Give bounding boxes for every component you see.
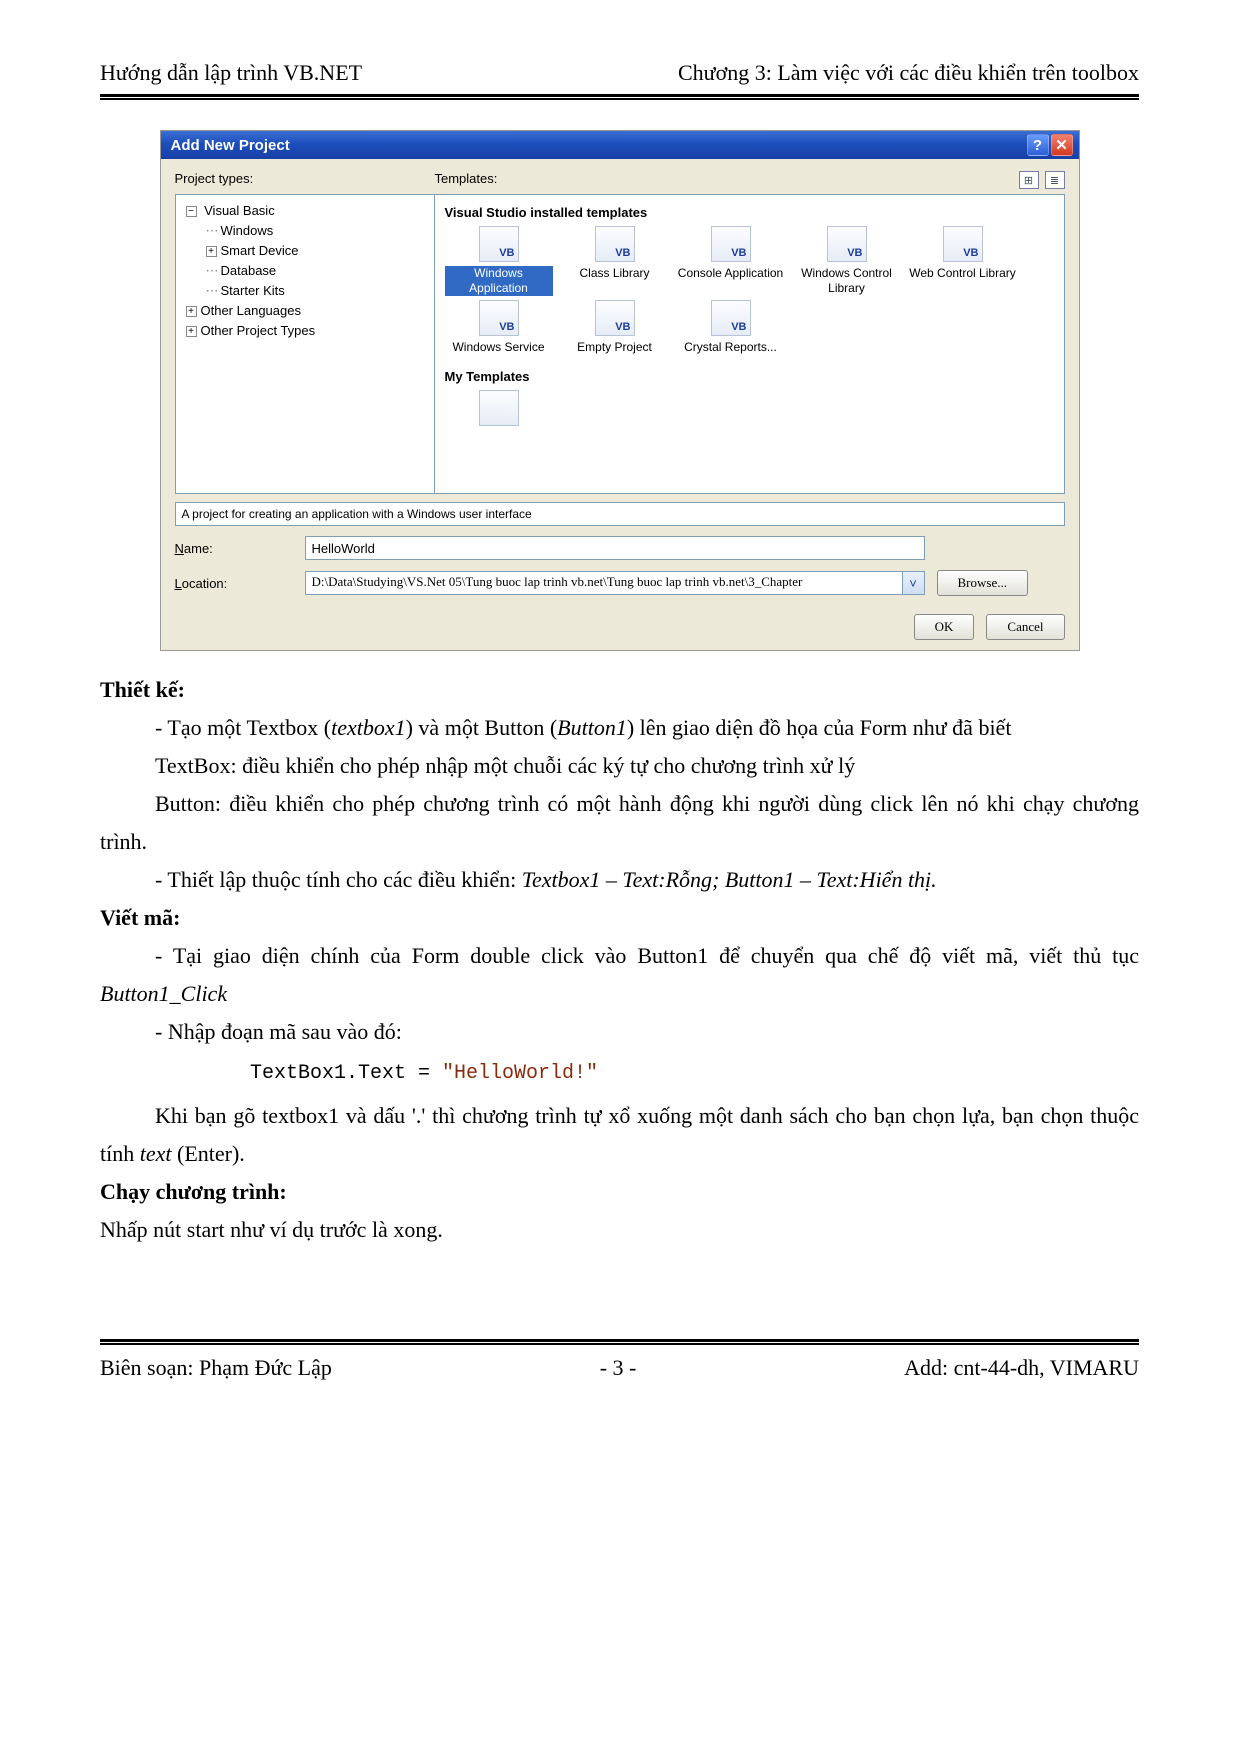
template-item[interactable]: VB Web Control Library	[909, 226, 1017, 296]
template-label: Web Control Library	[909, 266, 1017, 281]
tree-item[interactable]: Visual Basic	[204, 203, 275, 218]
help-icon[interactable]: ?	[1027, 134, 1049, 156]
project-types-label: Project types:	[175, 171, 435, 189]
expand-toggle-icon[interactable]: −	[186, 206, 197, 217]
browse-button[interactable]: Browse...	[937, 570, 1028, 596]
location-dropdown[interactable]: D:\Data\Studying\VS.Net 05\Tung buoc lap…	[305, 571, 925, 595]
template-label: Windows Control Library	[793, 266, 901, 296]
expand-toggle-icon[interactable]: +	[206, 246, 217, 257]
tree-item[interactable]: Smart Device	[221, 243, 299, 258]
template-label: Class Library	[561, 266, 669, 281]
template-label: Empty Project	[561, 340, 669, 355]
vb-template-icon: VB	[595, 300, 635, 336]
template-file-icon	[479, 390, 519, 426]
large-icons-view-icon[interactable]: ⊞	[1019, 171, 1039, 189]
vb-template-icon: VB	[711, 226, 751, 262]
templates-label: Templates:	[435, 171, 1019, 189]
vb-template-icon: VB	[711, 300, 751, 336]
cancel-button[interactable]: Cancel	[986, 614, 1064, 640]
template-item[interactable]	[445, 390, 553, 430]
template-item[interactable]: VB Class Library	[561, 226, 669, 296]
tree-item[interactable]: Database	[221, 263, 277, 278]
dialog-title: Add New Project	[171, 137, 290, 154]
small-icons-view-icon[interactable]: ≣	[1045, 171, 1065, 189]
template-label: Windows Service	[445, 340, 553, 355]
name-label: Name:	[175, 541, 305, 556]
template-item[interactable]: VB Crystal Reports...	[677, 300, 785, 355]
my-templates-heading: My Templates	[439, 367, 1060, 390]
location-input[interactable]: D:\Data\Studying\VS.Net 05\Tung buoc lap…	[305, 571, 903, 595]
footer-left: Biên soạn: Phạm Đức Lập	[100, 1355, 332, 1381]
run-heading: Chạy chương trình:	[100, 1179, 287, 1204]
header-left: Hướng dẫn lập trình VB.NET	[100, 60, 362, 86]
location-label: Location:	[175, 576, 305, 591]
installed-templates-heading: Visual Studio installed templates	[439, 203, 1060, 226]
project-name-input[interactable]	[305, 536, 925, 560]
code-line: TextBox1.Text = "HelloWorld!"	[100, 1055, 1139, 1093]
close-icon[interactable]: ✕	[1051, 134, 1073, 156]
footer-right: Add: cnt-44-dh, VIMARU	[904, 1355, 1139, 1381]
vb-template-icon: VB	[827, 226, 867, 262]
vb-template-icon: VB	[479, 226, 519, 262]
ok-button[interactable]: OK	[914, 614, 975, 640]
chevron-down-icon[interactable]: ˅	[903, 571, 925, 595]
templates-scroll[interactable]: Visual Studio installed templates VB Wind…	[435, 195, 1064, 493]
expand-toggle-icon[interactable]: +	[186, 306, 197, 317]
template-item[interactable]: VB Windows Service	[445, 300, 553, 355]
add-new-project-dialog: Add New Project ? ✕ Project types: Templ…	[160, 130, 1080, 651]
code-heading: Viết mã:	[100, 905, 180, 930]
header-right: Chương 3: Làm việc với các điều khiển tr…	[678, 60, 1139, 86]
vb-template-icon: VB	[943, 226, 983, 262]
tree-item[interactable]: Windows	[221, 223, 274, 238]
tree-item[interactable]: Starter Kits	[221, 283, 285, 298]
template-label: Windows Application	[445, 266, 553, 296]
template-description: A project for creating an application wi…	[175, 502, 1065, 526]
template-label: Crystal Reports...	[677, 340, 785, 355]
template-item[interactable]: VB Empty Project	[561, 300, 669, 355]
design-heading: Thiết kế:	[100, 677, 185, 702]
footer-rule	[100, 1339, 1139, 1345]
template-label: Console Application	[677, 266, 785, 281]
expand-toggle-icon[interactable]: +	[186, 326, 197, 337]
vb-template-icon: VB	[479, 300, 519, 336]
template-item[interactable]: VB Console Application	[677, 226, 785, 296]
page-number: - 3 -	[332, 1355, 904, 1381]
tree-item[interactable]: Other Project Types	[201, 323, 316, 338]
tree-item[interactable]: Other Languages	[201, 303, 301, 318]
document-body: Thiết kế: - Tạo một Textbox (textbox1) v…	[100, 671, 1139, 1249]
template-item[interactable]: VB Windows Application	[445, 226, 553, 296]
dialog-titlebar[interactable]: Add New Project ? ✕	[161, 131, 1079, 159]
templates-pane: Visual Studio installed templates VB Wind…	[435, 194, 1065, 494]
template-item[interactable]: VB Windows Control Library	[793, 226, 901, 296]
header-rule	[100, 94, 1139, 100]
project-types-tree[interactable]: − Visual Basic ⋯Windows +Smart Device ⋯D…	[175, 194, 435, 494]
vb-template-icon: VB	[595, 226, 635, 262]
